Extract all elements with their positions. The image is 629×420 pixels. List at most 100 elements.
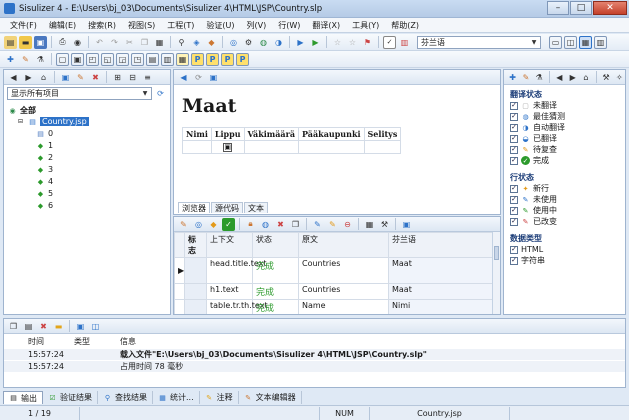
- checkbox-icon[interactable]: ✓: [510, 123, 518, 132]
- tree-item[interactable]: ◆ 6: [36, 200, 53, 211]
- maximize-button[interactable]: □: [570, 1, 592, 15]
- table-row[interactable]: ▶ head.title.text 完成 Countries Maat: [174, 257, 493, 284]
- status-back-icon[interactable]: ◀: [554, 71, 565, 84]
- menu-tools[interactable]: 工具(Y): [346, 20, 385, 31]
- grid-flag-icon[interactable]: ◆: [207, 218, 220, 231]
- tree-filter-combo[interactable]: 显示所有项目 ▼: [7, 87, 152, 100]
- globe-icon[interactable]: ◍: [257, 36, 270, 49]
- minimize-button[interactable]: –: [547, 1, 569, 15]
- preview-window-icon[interactable]: ▣: [207, 71, 220, 84]
- tab-statistics[interactable]: ▦ 统计...: [153, 391, 200, 404]
- menu-view[interactable]: 视图(S): [122, 20, 161, 31]
- language-combo[interactable]: 芬兰语 ▼: [417, 35, 541, 49]
- log-row[interactable]: 15:57:24 载入文件"E:\Users\bj_03\Documents\S…: [4, 349, 625, 360]
- preview-refresh-icon[interactable]: ⟳: [192, 71, 205, 84]
- table-row[interactable]: table.tr.th.text 完成 Name Nimi: [174, 299, 493, 314]
- grid-stop-icon[interactable]: ⊖: [341, 218, 354, 231]
- data-type-item[interactable]: ✓ 字符串: [510, 255, 619, 266]
- status-filter-icon[interactable]: ⚗: [534, 71, 545, 84]
- tree-item[interactable]: ▤ 0: [36, 128, 53, 139]
- status-tools-icon[interactable]: ⚒: [600, 71, 611, 84]
- open-icon[interactable]: ▬: [19, 35, 32, 49]
- flag-icon[interactable]: ⚑: [361, 36, 374, 49]
- checkbox-icon[interactable]: ✓: [510, 134, 518, 143]
- p-flag-icon-2[interactable]: P: [206, 52, 219, 66]
- checkbox-icon[interactable]: ✓: [510, 206, 518, 215]
- grid-copy-icon[interactable]: ❐: [289, 218, 302, 231]
- new-icon[interactable]: ▤: [4, 35, 17, 49]
- star-outline-icon[interactable]: ☆: [346, 36, 359, 49]
- preview-back-icon[interactable]: ◀: [177, 71, 190, 84]
- tab-browser[interactable]: 浏览器: [178, 202, 210, 213]
- find-icon[interactable]: ⚲: [175, 36, 188, 49]
- checkbox-icon[interactable]: ✓: [510, 112, 518, 121]
- tree-delete-icon[interactable]: ✖: [89, 71, 102, 84]
- status-filter-item[interactable]: ✓ ▢ 未翻译: [510, 100, 619, 111]
- tree-item[interactable]: ◆ 4: [36, 176, 53, 187]
- menu-translate[interactable]: 翻译(X): [306, 20, 346, 31]
- grid-globe-icon[interactable]: ◍: [259, 218, 272, 231]
- grid-note-icon[interactable]: ✎: [326, 218, 339, 231]
- status-filter-item[interactable]: ✓ ✎ 待复查: [510, 144, 619, 155]
- copy-icon[interactable]: ❐: [138, 36, 151, 49]
- translation-cell[interactable]: Maat: [388, 283, 493, 300]
- view-icon-1[interactable]: ▢: [56, 52, 69, 66]
- log-row[interactable]: 15:57:24 占用时间 78 毫秒: [4, 361, 625, 372]
- lock-icon[interactable]: 🔒︎: [244, 218, 257, 231]
- tree-expand-icon[interactable]: ⊞: [111, 71, 124, 84]
- play-next-icon[interactable]: ▶: [309, 36, 322, 49]
- print-icon[interactable]: ⎙: [56, 36, 69, 49]
- tab-text-editor[interactable]: ✎ 文本编辑器: [239, 391, 302, 404]
- close-button[interactable]: ✕: [593, 1, 627, 15]
- grid-tools-icon[interactable]: ⚒: [378, 218, 391, 231]
- home-icon[interactable]: ⌂: [37, 71, 50, 84]
- table-row[interactable]: h1.text 完成 Countries Maat: [174, 283, 493, 300]
- grid-header-cell[interactable]: 原文: [298, 232, 389, 258]
- checkbox-icon[interactable]: ✓: [510, 184, 518, 193]
- tree-item[interactable]: ◆ 5: [36, 188, 53, 199]
- layout-grid-icon[interactable]: ▦: [579, 35, 592, 49]
- tab-text[interactable]: 文本: [244, 202, 268, 213]
- view-icon-7[interactable]: ▤: [146, 52, 159, 66]
- tree-add-icon[interactable]: ▣: [59, 71, 72, 84]
- view-icon-5[interactable]: ◲: [116, 52, 129, 66]
- data-type-item[interactable]: ✓ HTML: [510, 244, 619, 255]
- checkbox-icon[interactable]: ✓: [383, 35, 396, 49]
- status-add-icon[interactable]: ✚: [507, 71, 518, 84]
- row-filter-item[interactable]: ✓ ✎ 使用中: [510, 205, 619, 216]
- translation-cell[interactable]: Nimi: [388, 299, 493, 314]
- output-copy-icon[interactable]: ❐: [7, 320, 20, 333]
- redo-icon[interactable]: ↷: [108, 36, 121, 49]
- star-icon[interactable]: ☆: [331, 36, 344, 49]
- tree-options-icon[interactable]: ≡: [141, 71, 154, 84]
- checkbox-icon[interactable]: ✓: [510, 256, 518, 265]
- back-icon[interactable]: ◀: [7, 71, 20, 84]
- status-filter-item[interactable]: ✓ ◍ 最佳猜测: [510, 111, 619, 122]
- checkbox-icon[interactable]: ✓: [510, 145, 518, 154]
- p-flag-icon-3[interactable]: P: [221, 52, 234, 66]
- sheet-icon[interactable]: ▥: [398, 36, 411, 49]
- grid-edit-icon[interactable]: ✎: [177, 218, 190, 231]
- status-filter-item[interactable]: ✓ ◒ 已翻译: [510, 133, 619, 144]
- menu-row[interactable]: 行(W): [272, 20, 306, 31]
- status-home-icon[interactable]: ⌂: [580, 71, 591, 84]
- undo-icon[interactable]: ↶: [93, 36, 106, 49]
- tab-source[interactable]: 源代码: [211, 202, 243, 213]
- status-forward-icon[interactable]: ▶: [567, 71, 578, 84]
- row-filter-item[interactable]: ✓ ✎ 未使用: [510, 194, 619, 205]
- save-icon[interactable]: ▣: [34, 35, 47, 49]
- view-icon-4[interactable]: ◱: [101, 52, 114, 66]
- view-icon-2[interactable]: ▣: [71, 52, 84, 66]
- add-icon[interactable]: ✚: [4, 53, 17, 66]
- grid-comment-icon[interactable]: ✎: [311, 218, 324, 231]
- tab-output[interactable]: ▤ 输出: [3, 391, 43, 404]
- checkbox-icon[interactable]: ✓: [510, 245, 518, 254]
- row-filter-item[interactable]: ✓ ✎ 已改变: [510, 216, 619, 227]
- forward-icon[interactable]: ▶: [22, 71, 35, 84]
- p-flag-icon-4[interactable]: P: [236, 52, 249, 66]
- grid-header-cell[interactable]: 上下文: [206, 232, 253, 258]
- grid-header-cell[interactable]: 标志: [184, 232, 207, 258]
- output-delete-icon[interactable]: ✖: [37, 320, 50, 333]
- menu-project[interactable]: 工程(T): [161, 20, 200, 31]
- menu-column[interactable]: 列(V): [241, 20, 273, 31]
